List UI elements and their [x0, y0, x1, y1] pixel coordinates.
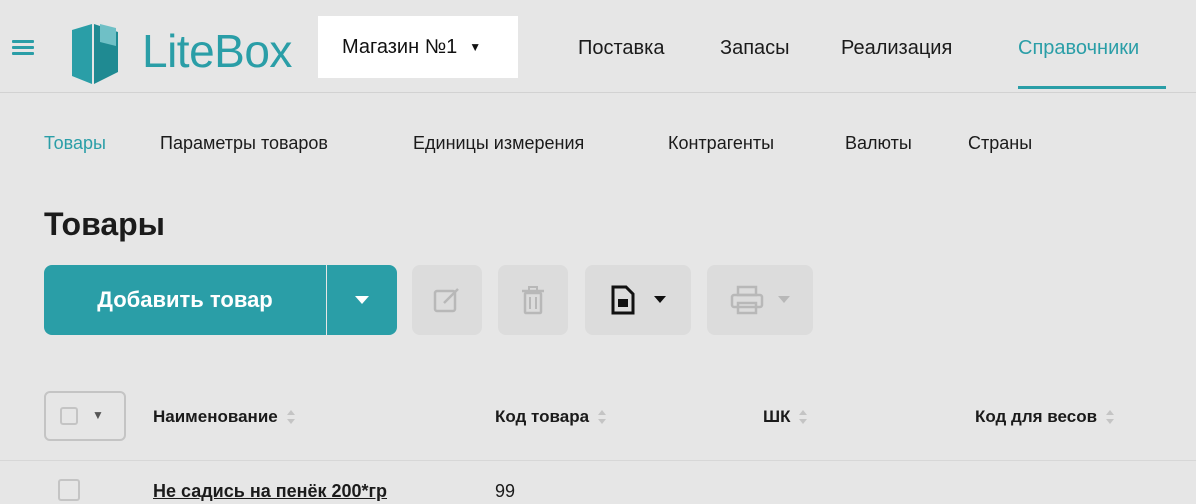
- subnav-item-parametry[interactable]: Параметры товаров: [160, 133, 328, 154]
- chevron-down-icon: [654, 296, 666, 303]
- subnav-item-tovary[interactable]: Товары: [44, 133, 106, 154]
- edit-icon: [433, 288, 459, 313]
- select-all-checkbox-dropdown[interactable]: ▼: [44, 391, 126, 441]
- column-header-weight-code[interactable]: Код для весов: [975, 407, 1115, 427]
- subnav-item-valyuty[interactable]: Валюты: [845, 133, 912, 154]
- caret-down-icon: ▼: [92, 408, 104, 422]
- print-icon: [730, 285, 764, 315]
- logo-text: LiteBox: [142, 25, 292, 77]
- caret-down-icon: ▼: [469, 40, 482, 54]
- add-product-dropdown-button[interactable]: [327, 265, 397, 335]
- nav-item-zapasy[interactable]: Запасы: [720, 37, 790, 60]
- edit-button[interactable]: [412, 265, 482, 335]
- column-header-label: Код для весов: [975, 407, 1098, 426]
- row-checkbox[interactable]: [58, 479, 80, 501]
- sort-icon: [598, 410, 607, 424]
- column-header-name[interactable]: Наименование: [153, 407, 296, 427]
- nav-item-spravochniki[interactable]: Справочники: [1018, 37, 1139, 60]
- table-header-divider: [0, 460, 1196, 461]
- sort-icon: [286, 410, 295, 424]
- menu-icon[interactable]: [12, 40, 34, 55]
- chevron-down-icon: [778, 296, 790, 303]
- column-header-barcode[interactable]: ШК: [763, 407, 808, 427]
- product-code-cell: 99: [495, 481, 516, 501]
- subnav-item-strany[interactable]: Страны: [968, 133, 1032, 154]
- product-name-link[interactable]: Не садись на пенёк 200*гр: [153, 481, 387, 502]
- column-header-label: ШК: [763, 407, 791, 426]
- nav-item-realizatsiya[interactable]: Реализация: [841, 37, 952, 60]
- document-icon: [611, 285, 635, 315]
- column-header-code[interactable]: Код товара: [495, 407, 607, 427]
- subnav-item-kontragenty[interactable]: Контрагенты: [668, 133, 774, 154]
- subnav-item-edinitsy[interactable]: Единицы измерения: [413, 133, 584, 154]
- store-selector-label: Магазин №1: [342, 35, 458, 58]
- column-header-label: Код товара: [495, 407, 590, 426]
- sort-icon: [1106, 410, 1115, 424]
- sort-icon: [799, 410, 808, 424]
- page-title: Товары: [44, 206, 165, 242]
- export-document-button[interactable]: [585, 265, 691, 335]
- header-divider: [0, 92, 1196, 93]
- column-header-label: Наименование: [153, 407, 278, 426]
- add-product-button[interactable]: Добавить товар: [44, 265, 326, 335]
- trash-icon: [522, 286, 544, 315]
- chevron-down-icon: [355, 296, 369, 304]
- delete-button[interactable]: [498, 265, 568, 335]
- print-button[interactable]: [707, 265, 813, 335]
- nav-item-postavka[interactable]: Поставка: [578, 37, 665, 60]
- store-selector[interactable]: Магазин №1 ▼: [318, 16, 518, 78]
- select-all-checkbox[interactable]: [60, 407, 78, 425]
- litebox-logo-icon: [72, 24, 118, 84]
